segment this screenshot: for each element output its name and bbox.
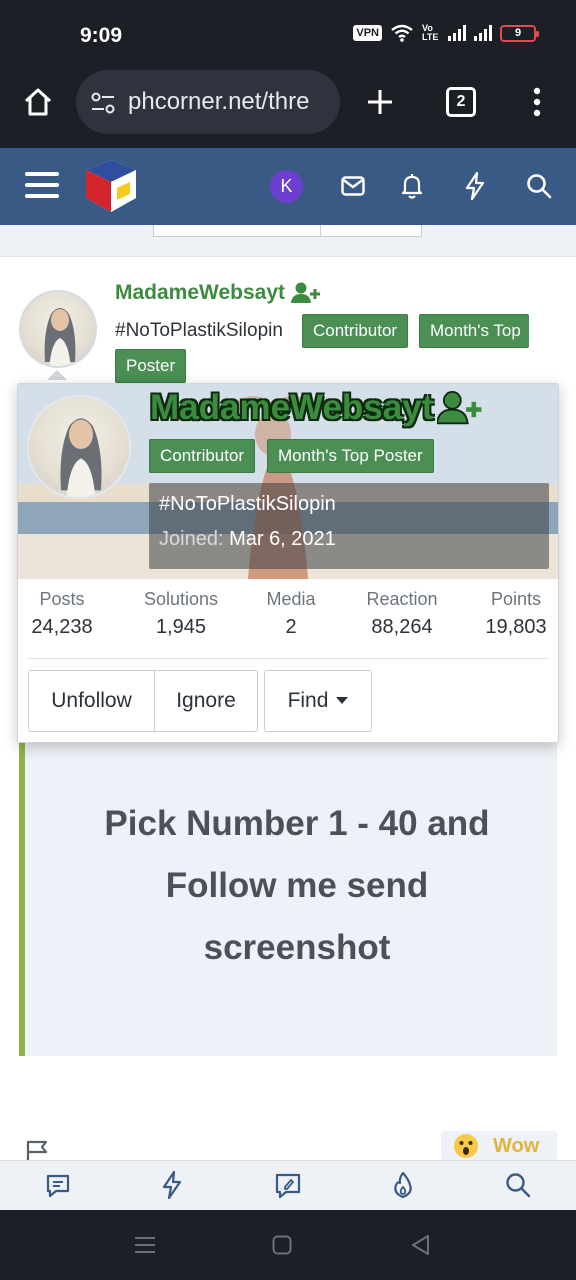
new-post-icon[interactable] [274, 1172, 302, 1200]
member-card-avatar[interactable] [27, 395, 131, 499]
site-settings-icon[interactable] [90, 92, 116, 114]
bottom-nav-bar [0, 1160, 576, 1210]
whats-new-nav-icon[interactable] [162, 1171, 182, 1199]
tab-count: 2 [456, 93, 466, 110]
url-text: phcorner.net/thre [128, 88, 310, 115]
find-dropdown-button[interactable]: Find [264, 670, 372, 732]
stat-points-label: Points [490, 589, 542, 609]
url-bar[interactable]: phcorner.net/thre [76, 70, 340, 134]
inbox-icon[interactable] [341, 176, 365, 196]
post-message: Pick Number 1 - 40 and Follow me send sc… [19, 743, 557, 1056]
alerts-bell-icon[interactable] [401, 173, 423, 199]
reaction-summary[interactable]: Wow [441, 1131, 557, 1161]
battery-level: 9 [514, 27, 522, 39]
badge-contributor: Contributor [302, 314, 409, 348]
pagination-buttons[interactable] [153, 225, 422, 237]
stat-media-value: 2 [285, 616, 297, 638]
author-avatar[interactable] [19, 290, 97, 368]
status-bar: 9:09 VPN Vo LTE 9 [0, 0, 576, 70]
new-tab-icon[interactable] [366, 88, 394, 116]
post-text-line-2: Follow me send [165, 866, 429, 905]
unfollow-button[interactable]: Unfollow [28, 670, 155, 732]
forums-chat-icon[interactable] [45, 1173, 71, 1199]
vpn-badge: VPN [353, 25, 382, 41]
stat-reaction[interactable]: Reaction 88,264 [358, 589, 446, 639]
signal-2-icon [474, 25, 492, 41]
member-card-name[interactable]: MadameWebsayt [150, 388, 483, 428]
post-text: Pick Number 1 - 40 and Follow me send sc… [31, 793, 563, 979]
stat-posts-value: 24,238 [31, 616, 93, 638]
member-card-name-text: MadameWebsayt [150, 388, 434, 427]
stat-media-label: Media [266, 589, 316, 609]
account-avatar-letter: K [280, 176, 293, 196]
member-card-follow-icon [437, 390, 482, 425]
report-flag-icon[interactable] [26, 1139, 50, 1161]
follow-user-icon [291, 282, 321, 303]
wifi-icon [391, 24, 413, 42]
badge-top-poster-line1: Month's Top [419, 314, 529, 348]
post-text-line-3: screenshot [203, 928, 391, 967]
stats-divider [27, 658, 549, 659]
stat-reaction-label: Reaction [366, 589, 438, 609]
recents-icon[interactable] [134, 1235, 156, 1255]
wow-emoji-icon [454, 1134, 478, 1158]
status-time: 9:09 [80, 24, 123, 47]
stat-solutions-label: Solutions [143, 589, 219, 609]
member-card-avatar-image [60, 418, 102, 497]
tab-switcher-button[interactable]: 2 [446, 87, 476, 117]
site-header: K [0, 148, 576, 225]
site-logo-icon[interactable] [84, 158, 138, 214]
signal-1-icon [448, 25, 466, 41]
stat-media[interactable]: Media 2 [258, 589, 324, 639]
member-card-stats: Posts 24,238 Solutions 1,945 Media 2 Rea… [18, 589, 558, 659]
previous-post-footer [0, 225, 576, 257]
find-button-label: Find [287, 689, 329, 712]
home-button-icon[interactable] [272, 1235, 292, 1255]
caret-down-icon [336, 697, 349, 704]
member-cover-image: MadameWebsayt Contributor Month's Top Po… [18, 384, 558, 579]
whats-new-bolt-icon[interactable] [465, 172, 485, 200]
battery-icon: 9 [500, 24, 539, 42]
stat-solutions-value: 1,945 [155, 616, 207, 638]
stat-solutions[interactable]: Solutions 1,945 [136, 589, 226, 639]
post-text-line-1: Pick Number 1 - 40 and [104, 804, 490, 843]
popup-pointer [47, 370, 67, 380]
status-icons: VPN Vo LTE 9 [353, 23, 539, 42]
search-nav-icon[interactable] [505, 1172, 531, 1198]
author-user-title: #NoToPlastikSilopin [115, 320, 283, 341]
member-card-info: #NoToPlastikSilopin Joined: Mar 6, 2021 [149, 483, 549, 569]
unfollow-button-label: Unfollow [51, 689, 132, 712]
member-card-joined-label: Joined: [159, 528, 224, 550]
home-icon[interactable] [22, 86, 54, 118]
badge-top-poster-line2: Poster [115, 349, 187, 383]
reaction-label: Wow [493, 1134, 540, 1157]
member-card-joined-value: Mar 6, 2021 [229, 528, 336, 550]
member-card-badge-contributor: Contributor [149, 439, 256, 473]
member-card-badge-top-poster: Month's Top Poster [267, 439, 434, 473]
author-avatar-image [44, 308, 76, 366]
member-card-user-title: #NoToPlastikSilopin [159, 493, 336, 515]
member-tooltip-card: MadameWebsayt Contributor Month's Top Po… [17, 383, 559, 743]
menu-icon[interactable] [25, 170, 59, 200]
more-options-icon[interactable] [530, 86, 544, 118]
search-icon[interactable] [526, 173, 552, 199]
author-name-text: MadameWebsayt [115, 281, 286, 304]
browser-toolbar: phcorner.net/thre 2 [0, 70, 576, 148]
stat-points-value: 19,803 [485, 616, 547, 638]
back-button-icon[interactable] [410, 1234, 430, 1256]
ignore-button[interactable]: Ignore [154, 670, 258, 732]
volte-label: Vo LTE [422, 23, 439, 42]
stat-posts[interactable]: Posts 24,238 [26, 589, 98, 639]
author-name[interactable]: MadameWebsayt [115, 281, 321, 305]
stat-reaction-value: 88,264 [371, 616, 433, 638]
system-navigation-bar [0, 1210, 576, 1280]
stat-points[interactable]: Points 19,803 [480, 589, 552, 639]
trending-fire-icon[interactable] [391, 1171, 415, 1199]
stat-posts-label: Posts [39, 589, 85, 609]
account-avatar[interactable]: K [270, 170, 303, 203]
ignore-button-label: Ignore [176, 689, 236, 712]
